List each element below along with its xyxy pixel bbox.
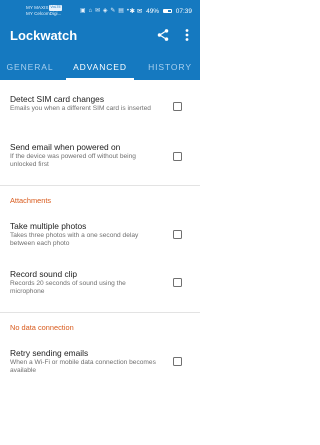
- section-attachments: Attachments: [10, 196, 52, 205]
- share-icon: [157, 29, 169, 41]
- pref-title: Retry sending emails: [10, 348, 89, 358]
- tab-bar: General Advanced History: [0, 54, 200, 80]
- tab-indicator: [66, 78, 134, 80]
- pref-title: Take multiple photos: [10, 221, 87, 231]
- pref-summary: When a Wi-Fi or mobile data connection b…: [10, 359, 156, 374]
- pref-retry-emails[interactable]: Retry sending emails When a Wi-Fi or mob…: [0, 340, 200, 386]
- app-title: Lockwatch: [10, 28, 78, 43]
- notification-icons: ▣ ⌂ ✉ ◈ ✎ ▤ •: [80, 8, 130, 14]
- status-bar: MY MAXIS VoLTE MY CelcomDigi... ▣ ⌂ ✉ ◈ ✎…: [0, 0, 200, 22]
- more-vert-icon: [185, 29, 189, 41]
- carrier-2-name: MY CelcomDigi...: [26, 10, 62, 16]
- sim-checkbox[interactable]: [173, 102, 182, 111]
- carrier-1-name: MY MAXIS: [26, 5, 49, 10]
- tab-history[interactable]: History: [140, 54, 200, 80]
- carrier-info: MY MAXIS VoLTE MY CelcomDigi...: [26, 5, 62, 16]
- pref-powered-on[interactable]: Send email when powered on If the device…: [0, 134, 200, 180]
- pref-multiple-photos[interactable]: Take multiple photos Takes three photos …: [0, 212, 200, 258]
- tab-general[interactable]: General: [0, 54, 60, 80]
- status-right: ✱ ✉ 49% 07:39: [128, 7, 192, 15]
- pref-sound-clip[interactable]: Record sound clip Records 20 seconds of …: [0, 260, 200, 306]
- battery-percent: 49%: [146, 8, 160, 15]
- section-no-data-connection: No data connection: [10, 323, 74, 332]
- more-options-button[interactable]: [182, 28, 192, 42]
- pref-summary: Records 20 seconds of sound using the mi…: [10, 280, 126, 295]
- bluetooth-icon: ✱ ✉: [129, 8, 143, 15]
- pref-summary: Emails you when a different SIM card is …: [10, 105, 151, 112]
- pref-summary: If the device was powered off without be…: [10, 153, 136, 168]
- clock: 07:39: [175, 8, 192, 15]
- sound-checkbox[interactable]: [173, 278, 182, 287]
- divider: [0, 185, 200, 186]
- tab-advanced[interactable]: Advanced: [66, 54, 134, 80]
- battery-icon: [162, 8, 172, 13]
- photos-checkbox[interactable]: [173, 230, 182, 239]
- divider: [0, 312, 200, 313]
- pref-detect-sim[interactable]: Detect SIM card changes Emails you when …: [0, 86, 200, 130]
- powered-on-checkbox[interactable]: [173, 152, 182, 161]
- app-header: MY MAXIS VoLTE MY CelcomDigi... ▣ ⌂ ✉ ◈ ✎…: [0, 0, 200, 80]
- pref-summary: Takes three photos with a one second del…: [10, 232, 139, 247]
- retry-checkbox[interactable]: [173, 357, 182, 366]
- pref-title: Record sound clip: [10, 269, 78, 279]
- share-button[interactable]: [156, 28, 170, 42]
- pref-title: Detect SIM card changes: [10, 94, 105, 104]
- pref-title: Send email when powered on: [10, 142, 121, 152]
